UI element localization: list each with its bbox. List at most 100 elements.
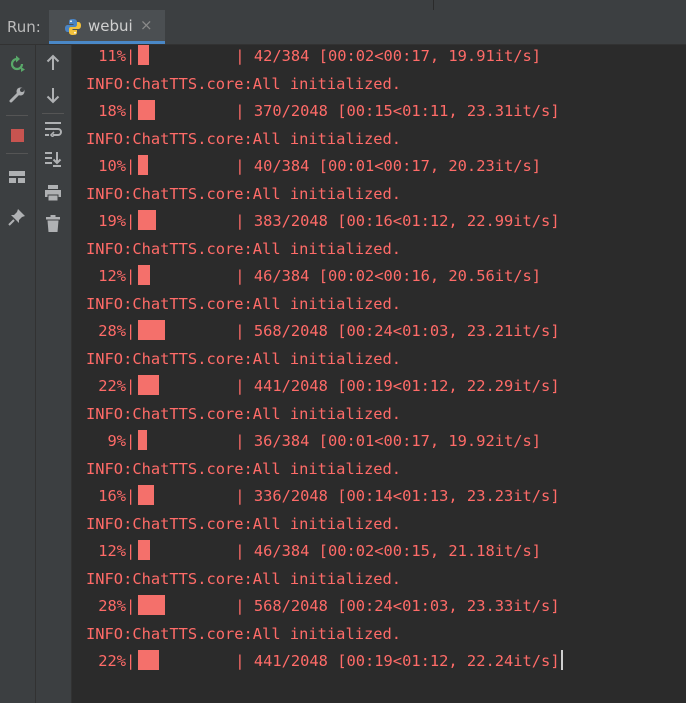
text-caret — [560, 650, 563, 670]
progress-line: 12%| | 46/384 [00:02<00:16, 20.56it/s] — [86, 265, 541, 287]
pin-icon[interactable] — [5, 205, 29, 229]
soft-wrap-icon[interactable] — [41, 117, 65, 141]
bar-delimiter: | — [126, 47, 136, 65]
progress-percent: 11% — [98, 47, 126, 65]
bar-delimiter: | — [126, 597, 136, 615]
arrow-down-icon[interactable] — [41, 83, 65, 107]
progress-percent: 16% — [98, 487, 126, 505]
stop-icon[interactable] — [5, 123, 29, 147]
arrow-up-icon[interactable] — [41, 51, 65, 75]
progress-line: 22%| | 441/2048 [00:19<01:12, 22.24it/s] — [86, 650, 563, 672]
log-info-line: INFO:ChatTTS.core:All initialized. — [86, 184, 402, 203]
progress-stats: | 441/2048 [00:19<01:12, 22.29it/s] — [235, 377, 560, 395]
bar-delimiter: | — [126, 102, 136, 120]
progress-percent: 28% — [98, 597, 126, 615]
progress-stats: | 40/384 [00:01<00:17, 20.23it/s] — [235, 157, 542, 175]
progress-bar-fill — [138, 540, 151, 560]
progress-line: 18%| | 370/2048 [00:15<01:11, 23.31it/s] — [86, 100, 560, 122]
progress-bar-fill — [138, 100, 156, 120]
progress-bar-fill — [138, 265, 151, 285]
active-tab-underline — [49, 41, 165, 44]
console-output[interactable]: 11%| | 42/384 [00:02<00:17, 19.91it/s] INF… — [72, 45, 686, 703]
progress-line: 9%| | 36/384 [00:01<00:17, 19.92it/s] — [86, 430, 541, 452]
progress-percent: 9% — [107, 432, 126, 450]
bar-delimiter: | — [126, 322, 136, 340]
progress-stats: | 383/2048 [00:16<01:12, 22.99it/s] — [235, 212, 560, 230]
progress-bar-fill — [138, 650, 160, 670]
progress-bar — [135, 540, 235, 560]
rerun-icon[interactable] — [5, 52, 29, 76]
scroll-to-end-icon[interactable] — [41, 147, 65, 171]
print-icon[interactable] — [41, 181, 65, 205]
progress-bar — [135, 210, 235, 230]
python-icon — [64, 18, 82, 36]
progress-line: 11%| | 42/384 [00:02<00:17, 19.91it/s] — [86, 45, 541, 67]
progress-percent: 12% — [98, 267, 126, 285]
progress-stats: | 441/2048 [00:19<01:12, 22.24it/s] — [235, 652, 560, 670]
progress-bar-fill — [138, 320, 166, 340]
progress-bar-fill — [138, 210, 157, 230]
progress-percent: 10% — [98, 157, 126, 175]
bar-delimiter: | — [126, 377, 136, 395]
progress-bar-fill — [138, 595, 166, 615]
log-info-line: INFO:ChatTTS.core:All initialized. — [86, 294, 402, 313]
log-info-line: INFO:ChatTTS.core:All initialized. — [86, 569, 402, 588]
progress-bar — [135, 595, 235, 615]
layout-icon[interactable] — [5, 165, 29, 189]
progress-percent: 28% — [98, 322, 126, 340]
progress-bar — [135, 375, 235, 395]
progress-stats: | 568/2048 [00:24<01:03, 23.21it/s] — [235, 322, 560, 340]
log-info-line: INFO:ChatTTS.core:All initialized. — [86, 459, 402, 478]
toolbar-divider — [6, 115, 28, 116]
log-info-line: INFO:ChatTTS.core:All initialized. — [86, 129, 402, 148]
progress-bar — [135, 430, 235, 450]
progress-stats: | 370/2048 [00:15<01:11, 23.31it/s] — [235, 102, 560, 120]
progress-bar — [135, 45, 235, 65]
bar-delimiter: | — [126, 432, 136, 450]
toolbar-divider — [42, 113, 64, 114]
progress-percent: 18% — [98, 102, 126, 120]
progress-percent: 12% — [98, 542, 126, 560]
bar-delimiter: | — [126, 212, 136, 230]
log-info-line: INFO:ChatTTS.core:All initialized. — [86, 349, 402, 368]
progress-bar — [135, 320, 235, 340]
progress-bar-fill — [138, 155, 149, 175]
progress-stats: | 36/384 [00:01<00:17, 19.92it/s] — [235, 432, 542, 450]
progress-percent: 19% — [98, 212, 126, 230]
progress-bar — [135, 650, 235, 670]
progress-stats: | 568/2048 [00:24<01:03, 23.33it/s] — [235, 597, 560, 615]
run-tab-bar: Run: webui × — [0, 10, 686, 45]
progress-line: 22%| | 441/2048 [00:19<01:12, 22.29it/s] — [86, 375, 560, 397]
progress-line: 12%| | 46/384 [00:02<00:15, 21.18it/s] — [86, 540, 541, 562]
bar-delimiter: | — [126, 157, 136, 175]
log-info-line: INFO:ChatTTS.core:All initialized. — [86, 624, 402, 643]
tab-title: webui — [88, 17, 133, 35]
progress-line: 16%| | 336/2048 [00:14<01:13, 23.23it/s] — [86, 485, 560, 507]
log-info-line: INFO:ChatTTS.core:All initialized. — [86, 514, 402, 533]
progress-percent: 22% — [98, 652, 126, 670]
bar-delimiter: | — [126, 267, 136, 285]
run-toolbar-secondary — [36, 45, 72, 703]
strip-divider — [433, 0, 434, 10]
toolbar-divider — [6, 153, 28, 154]
bar-delimiter: | — [126, 652, 136, 670]
progress-stats: | 336/2048 [00:14<01:13, 23.23it/s] — [235, 487, 560, 505]
log-info-line: INFO:ChatTTS.core:All initialized. — [86, 74, 402, 93]
bar-delimiter: | — [126, 487, 136, 505]
progress-line: 10%| | 40/384 [00:01<00:17, 20.23it/s] — [86, 155, 541, 177]
progress-stats: | 46/384 [00:02<00:16, 20.56it/s] — [235, 267, 542, 285]
tab-webui[interactable]: webui × — [49, 10, 165, 44]
trash-icon[interactable] — [41, 212, 65, 236]
wrench-icon[interactable] — [5, 83, 29, 107]
run-toolbar-primary — [0, 45, 36, 703]
progress-bar-fill — [138, 485, 155, 505]
progress-percent: 22% — [98, 377, 126, 395]
progress-bar — [135, 485, 235, 505]
progress-stats: | 46/384 [00:02<00:15, 21.18it/s] — [235, 542, 542, 560]
progress-bar — [135, 155, 235, 175]
close-tab-icon[interactable]: × — [140, 16, 153, 34]
progress-bar — [135, 100, 235, 120]
progress-bar-fill — [138, 430, 148, 450]
progress-bar — [135, 265, 235, 285]
progress-bar-fill — [138, 45, 150, 65]
